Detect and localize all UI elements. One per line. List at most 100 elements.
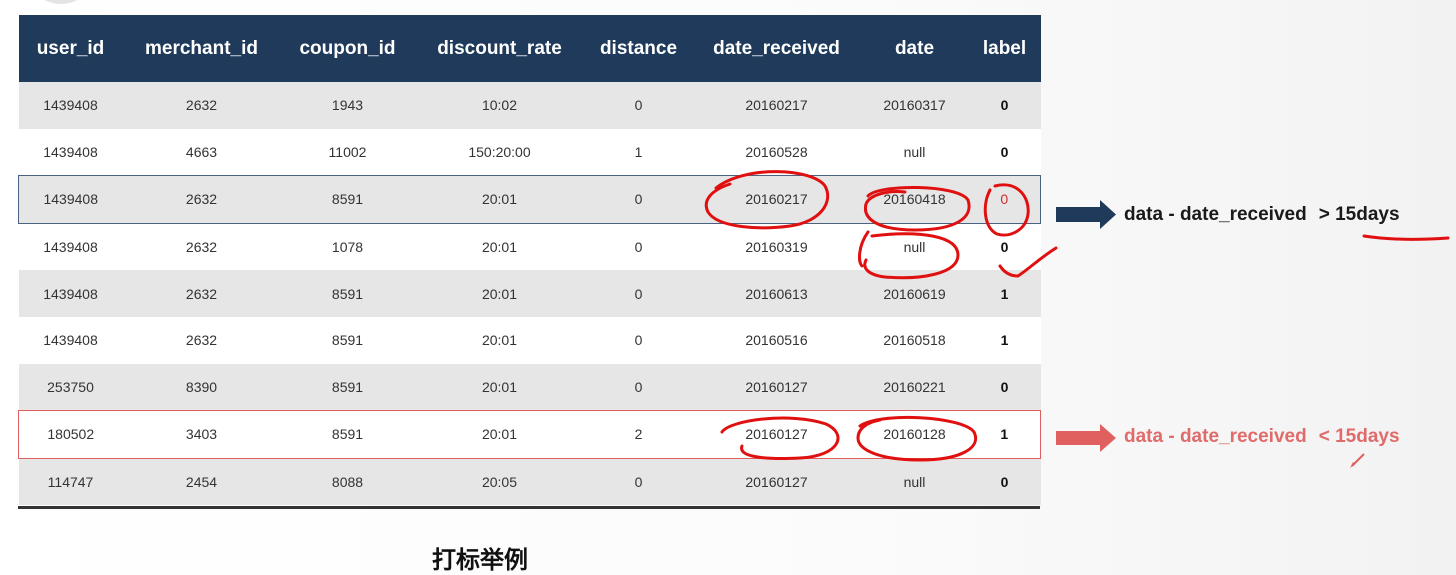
cell-merchant-id: 4663: [122, 128, 281, 176]
cell-date: 20160619: [860, 270, 969, 317]
annotation-lt-comparison: < 15days: [1318, 426, 1400, 447]
cell-distance: 0: [584, 175, 693, 224]
cell-date: 20160317: [860, 82, 969, 129]
cell-label: 0: [968, 363, 1041, 411]
cell-merchant-id: 2632: [122, 316, 281, 364]
cell-user-id: 1439408: [18, 316, 123, 364]
arrow-right-icon: [1056, 424, 1116, 452]
cell-date-received: 20160127: [692, 363, 861, 411]
pen-underline-mark: [1362, 234, 1450, 241]
cell-merchant-id: 2632: [122, 82, 281, 129]
annotation-less-than: data - date_received < 15days: [1124, 426, 1400, 448]
cell-user-id: 114747: [18, 458, 123, 506]
cell-distance: 0: [584, 223, 693, 271]
cell-merchant-id: 2632: [122, 175, 281, 224]
cell-date: 20160128: [860, 410, 969, 459]
cell-merchant-id: 2632: [122, 223, 281, 271]
cell-user-id: 1439408: [18, 128, 123, 176]
header-date: date: [860, 15, 969, 82]
cell-date-received: 20160127: [692, 458, 861, 506]
cell-discount-rate: 150:20:00: [414, 128, 585, 176]
cell-discount-rate: 20:01: [414, 223, 585, 271]
cell-label: 0: [968, 223, 1041, 271]
annotation-greater-than: data - date_received > 15days: [1124, 204, 1400, 226]
annotation-gt-comparison: > 15days: [1318, 204, 1400, 225]
cell-discount-rate: 10:02: [414, 82, 585, 129]
caption: 打标举例: [432, 546, 528, 574]
cell-merchant-id: 3403: [122, 410, 281, 459]
cell-discount-rate: 20:01: [414, 175, 585, 224]
header-discount-rate: discount_rate: [414, 15, 585, 82]
cell-user-id: 180502: [18, 410, 123, 459]
cell-coupon-id: 1943: [280, 82, 415, 129]
annotation-gt-text: data - date_received: [1124, 204, 1307, 225]
cell-date-received: 20160217: [692, 82, 861, 129]
cell-coupon-id: 8591: [280, 316, 415, 364]
cell-date: 20160418: [860, 175, 969, 224]
cell-coupon-id: 11002: [280, 128, 415, 176]
cell-date: null: [860, 223, 969, 271]
cell-discount-rate: 20:01: [414, 316, 585, 364]
cell-merchant-id: 2454: [122, 458, 281, 506]
header-distance: distance: [584, 15, 693, 82]
table-row: 1439408 2632 8591 20:01 0 20160516 20160…: [18, 316, 1041, 364]
cell-date: null: [860, 458, 969, 506]
cell-discount-rate: 20:01: [414, 270, 585, 317]
cell-distance: 0: [584, 363, 693, 411]
cell-distance: 0: [584, 82, 693, 129]
header-coupon-id: coupon_id: [280, 15, 415, 82]
cell-user-id: 1439408: [18, 175, 123, 224]
cell-coupon-id: 8591: [280, 363, 415, 411]
table-row: 1439408 2632 1078 20:01 0 20160319 null …: [18, 223, 1041, 271]
table-bottom-rule: [18, 506, 1040, 509]
cell-discount-rate: 20:01: [414, 410, 585, 459]
cell-coupon-id: 8591: [280, 270, 415, 317]
cell-user-id: 1439408: [18, 223, 123, 271]
coupon-data-table: user_id merchant_id coupon_id discount_r…: [18, 15, 1041, 506]
annotation-lt-text: data - date_received: [1124, 426, 1307, 447]
table-row: 1439408 2632 8591 20:01 0 20160613 20160…: [18, 270, 1041, 317]
header-merchant-id: merchant_id: [122, 15, 281, 82]
cell-distance: 0: [584, 270, 693, 317]
cell-distance: 0: [584, 316, 693, 364]
cell-merchant-id: 2632: [122, 270, 281, 317]
cell-label: 1: [968, 316, 1041, 364]
cell-date-received: 20160528: [692, 128, 861, 176]
cell-date: null: [860, 128, 969, 176]
table-row: 1439408 4663 11002 150:20:00 1 20160528 …: [18, 128, 1041, 176]
arrow-right-icon: [1056, 200, 1116, 229]
corner-decoration: [40, 0, 82, 4]
cell-user-id: 1439408: [18, 82, 123, 129]
table-row: 114747 2454 8088 20:05 0 20160127 null 0: [18, 458, 1041, 506]
cell-user-id: 253750: [18, 363, 123, 411]
cell-coupon-id: 8591: [280, 175, 415, 224]
header-user-id: user_id: [18, 15, 123, 82]
cell-date-received: 20160217: [692, 175, 861, 224]
table-row-highlighted-gt: 1439408 2632 8591 20:01 0 20160217 20160…: [18, 175, 1041, 224]
cell-date-received: 20160613: [692, 270, 861, 317]
cell-date-received: 20160127: [692, 410, 861, 459]
cell-user-id: 1439408: [18, 270, 123, 317]
cell-label: 0: [968, 175, 1041, 224]
table-row: 253750 8390 8591 20:01 0 20160127 201602…: [18, 363, 1041, 411]
cell-coupon-id: 8088: [280, 458, 415, 506]
cell-distance: 2: [584, 410, 693, 459]
table-row: 1439408 2632 1943 10:02 0 20160217 20160…: [18, 82, 1041, 129]
table-header-row: user_id merchant_id coupon_id discount_r…: [18, 15, 1041, 82]
cell-date-received: 20160516: [692, 316, 861, 364]
cell-label: 0: [968, 82, 1041, 129]
cell-date-received: 20160319: [692, 223, 861, 271]
pen-cursor-icon: [1350, 453, 1365, 468]
table-row-highlighted-lt: 180502 3403 8591 20:01 2 20160127 201601…: [18, 410, 1041, 459]
cell-discount-rate: 20:01: [414, 363, 585, 411]
cell-discount-rate: 20:05: [414, 458, 585, 506]
cell-date: 20160221: [860, 363, 969, 411]
cell-merchant-id: 8390: [122, 363, 281, 411]
cell-label: 1: [968, 270, 1041, 317]
cell-distance: 1: [584, 128, 693, 176]
header-label: label: [968, 15, 1041, 82]
cell-date: 20160518: [860, 316, 969, 364]
cell-distance: 0: [584, 458, 693, 506]
cell-coupon-id: 8591: [280, 410, 415, 459]
header-date-received: date_received: [692, 15, 861, 82]
